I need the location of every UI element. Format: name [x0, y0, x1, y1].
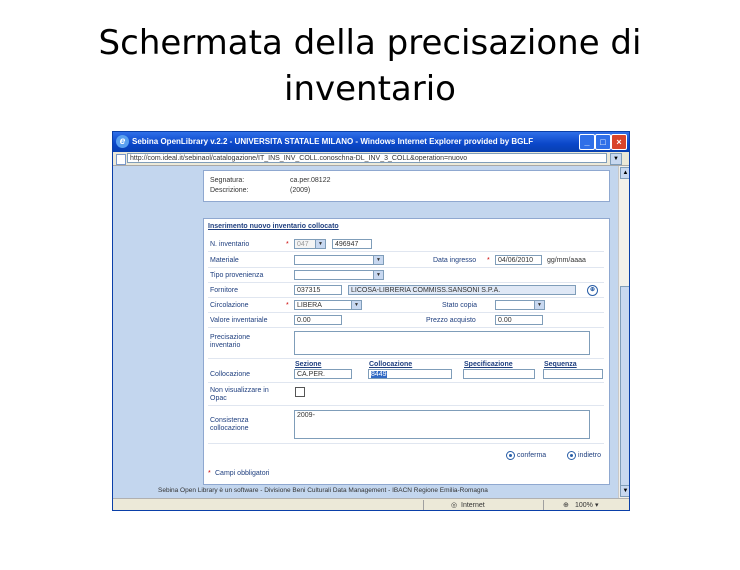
- divider: [208, 282, 604, 283]
- tipo-provenienza-label: Tipo provenienza: [210, 272, 264, 279]
- slide-title: Schermata della precisazione di inventar…: [0, 20, 740, 112]
- fornitore-name-field[interactable]: LICOSA-LIBRERIA COMMISS.SANSONI S.P.A.: [348, 285, 576, 295]
- chevron-down-icon: ▼: [373, 271, 383, 279]
- divider: [208, 297, 604, 298]
- segnatura-value: ca.per.08122: [290, 177, 331, 184]
- slide-title-line-2: inventario: [284, 69, 456, 109]
- title-bar: e Sebina OpenLibrary v.2.2 - UNIVERSITA …: [113, 132, 629, 152]
- inventario-number-input[interactable]: 496947: [332, 239, 372, 249]
- collocazione-value: 8449: [371, 371, 387, 378]
- slide-title-line-1: Schermata della precisazione di: [98, 23, 642, 63]
- prezzo-acquisto-label: Prezzo acquisto: [426, 317, 476, 324]
- valore-inventariale-input[interactable]: 0.00: [294, 315, 342, 325]
- descrizione-value: (2009): [290, 187, 311, 194]
- scroll-up-icon[interactable]: ▲: [620, 167, 629, 179]
- divider: [208, 267, 604, 268]
- divider: [208, 382, 604, 383]
- zoom-icon: ⊕: [563, 502, 569, 509]
- divider: [208, 405, 604, 406]
- non-visualizzare-checkbox[interactable]: [295, 387, 305, 397]
- page-icon: [116, 154, 126, 165]
- internet-zone: Internet: [461, 502, 485, 509]
- scrollbar-thumb[interactable]: [620, 286, 629, 488]
- maximize-button[interactable]: □: [595, 134, 611, 150]
- fornitore-label: Fornitore: [210, 287, 239, 294]
- inventario-prefix-value: 047: [297, 241, 309, 248]
- divider: [208, 443, 604, 444]
- materiale-label: Materiale: [210, 257, 239, 264]
- circolazione-required: *: [286, 302, 289, 309]
- sequenza-input[interactable]: [543, 369, 603, 379]
- url-field[interactable]: http://com.ideal.it/sebinaol/catalogazio…: [127, 153, 607, 163]
- globe-icon: ◎: [451, 502, 458, 509]
- tipo-provenienza-select[interactable]: ▼: [294, 270, 384, 280]
- collocazione-label: Collocazione: [210, 371, 251, 378]
- indietro-button[interactable]: indietro: [578, 451, 601, 460]
- chevron-down-icon: ▼: [351, 301, 361, 309]
- collocazione-input[interactable]: 8449: [368, 369, 452, 379]
- required-note-marker: *: [208, 470, 211, 477]
- chevron-down-icon: ▼: [534, 301, 544, 309]
- fornitore-code-input[interactable]: 037315: [294, 285, 342, 295]
- sezione-input[interactable]: CA.PER.: [294, 369, 352, 379]
- search-icon[interactable]: ⊕: [587, 285, 598, 296]
- url-dropdown-icon[interactable]: ▼: [610, 153, 622, 165]
- divider: [208, 327, 604, 328]
- n-inventario-required: *: [286, 241, 289, 248]
- page-content: Segnatura: ca.per.08122 Descrizione: (20…: [113, 166, 618, 498]
- address-bar: http://com.ideal.it/sebinaol/catalogazio…: [113, 152, 629, 166]
- footer-text: Sebina Open Library è un software - Divi…: [158, 487, 488, 494]
- stato-copia-label: Stato copia: [442, 302, 478, 309]
- status-divider: [423, 500, 424, 510]
- divider: [208, 358, 604, 359]
- minimize-button[interactable]: _: [579, 134, 595, 150]
- status-divider: [543, 500, 544, 510]
- descrizione-label: Descrizione:: [210, 187, 249, 194]
- consistenza-textarea[interactable]: 2009-: [294, 410, 590, 439]
- materiale-select[interactable]: ▼: [294, 255, 384, 265]
- chevron-down-icon: ▼: [373, 256, 383, 264]
- conferma-icon[interactable]: [506, 451, 515, 460]
- indietro-icon[interactable]: [567, 451, 576, 460]
- n-inventario-label: N. inventario: [210, 241, 250, 248]
- ie-logo-icon: e: [116, 135, 129, 148]
- non-visualizzare-label-line-2: Opac: [210, 395, 227, 402]
- col-header-specificazione: Specificazione: [464, 361, 513, 368]
- data-ingresso-label: Data ingresso: [433, 257, 477, 264]
- vertical-scrollbar[interactable]: ▲ ▼: [618, 166, 629, 498]
- circolazione-select[interactable]: LIBERA ▼: [294, 300, 362, 310]
- data-ingresso-input[interactable]: 04/06/2010: [495, 255, 542, 265]
- close-button[interactable]: ×: [611, 134, 627, 150]
- consistenza-label-line-2: collocazione: [210, 425, 249, 432]
- col-header-collocazione: Collocazione: [369, 361, 413, 368]
- specificazione-input[interactable]: [463, 369, 535, 379]
- browser-window: e Sebina OpenLibrary v.2.2 - UNIVERSITA …: [112, 131, 630, 511]
- stato-copia-select[interactable]: ▼: [495, 300, 545, 310]
- precisazione-textarea[interactable]: [294, 331, 590, 355]
- col-header-sezione: Sezione: [295, 361, 322, 368]
- prezzo-acquisto-input[interactable]: 0.00: [495, 315, 543, 325]
- zoom-level[interactable]: 100%: [575, 501, 593, 510]
- col-header-sequenza: Sequenza: [544, 361, 577, 368]
- precisazione-label-line-2: inventario: [210, 342, 241, 349]
- valore-inventariale-label: Valore inventariale: [210, 317, 268, 324]
- data-ingresso-required: *: [487, 257, 490, 264]
- inventory-form: Inserimento nuovo inventario collocato N…: [203, 218, 610, 485]
- divider: [208, 251, 604, 252]
- scroll-down-icon[interactable]: ▼: [620, 485, 629, 497]
- window-title: Sebina OpenLibrary v.2.2 - UNIVERSITA ST…: [132, 137, 534, 146]
- record-panel: Segnatura: ca.per.08122 Descrizione: (20…: [203, 170, 610, 202]
- segnatura-label: Segnatura:: [210, 177, 245, 184]
- status-bar: ◎ Internet ⊕ 100% ▾: [113, 498, 629, 510]
- section-title: Inserimento nuovo inventario collocato: [208, 223, 339, 230]
- zoom-dropdown-icon[interactable]: ▾: [595, 501, 599, 510]
- circolazione-value: LIBERA: [297, 302, 322, 309]
- chevron-down-icon: ▼: [315, 240, 325, 248]
- date-format-hint: gg/mm/aaaa: [547, 257, 586, 264]
- inventario-prefix-select[interactable]: 047 ▼: [294, 239, 326, 249]
- divider: [208, 312, 604, 313]
- required-note: Campi obbligatori: [215, 470, 270, 477]
- conferma-button[interactable]: conferma: [517, 451, 546, 460]
- circolazione-label: Circolazione: [210, 302, 249, 309]
